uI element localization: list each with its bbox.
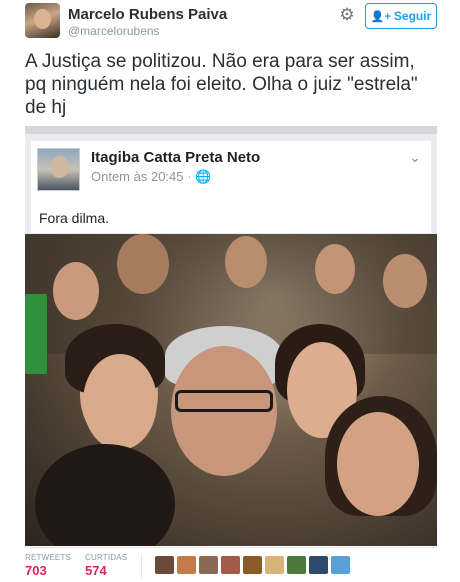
- stats-divider: [141, 554, 142, 578]
- facebook-post-card: Itagiba Catta Preta Neto Ontem às 20:45 …: [31, 141, 431, 233]
- likes-label: CURTIDAS: [85, 553, 128, 562]
- author-name[interactable]: Marcelo Rubens Paiva: [68, 6, 227, 23]
- tweet-header: Marcelo Rubens Paiva @marcelorubens ⚙ 👤+…: [25, 2, 437, 40]
- tweet-stats: RETWEETS 703 CURTIDAS 574: [25, 547, 437, 582]
- liker-avatar[interactable]: [155, 556, 174, 574]
- selfie-photo: [25, 234, 437, 546]
- retweets-count: 703: [25, 563, 47, 578]
- author-handle[interactable]: @marcelorubens: [68, 24, 160, 38]
- chevron-down-icon: ⌄: [409, 149, 421, 165]
- person-face: [337, 412, 419, 516]
- likes-stat[interactable]: CURTIDAS 574: [85, 553, 127, 578]
- tweet-text: A Justiça se politizou. Não era para ser…: [25, 50, 437, 119]
- author-avatar[interactable]: [25, 3, 60, 38]
- tweet-text-line: pq ninguém nela foi eleito. Olha o juiz …: [25, 74, 418, 95]
- glasses: [175, 390, 273, 412]
- post-author-name: Itagiba Catta Preta Neto: [91, 149, 261, 166]
- person-face: [53, 262, 99, 320]
- liker-avatar[interactable]: [331, 556, 350, 574]
- person-face: [383, 254, 427, 308]
- liker-avatar[interactable]: [309, 556, 328, 574]
- post-text: Fora dilma.: [39, 210, 110, 226]
- follow-button-label: Seguir: [393, 9, 432, 23]
- tweet-text-line: de hj: [25, 97, 67, 118]
- follow-button[interactable]: 👤+ Seguir: [365, 3, 437, 29]
- post-time: Ontem às 20:45: [91, 169, 184, 184]
- person-face: [35, 444, 175, 546]
- liker-avatar[interactable]: [287, 556, 306, 574]
- post-meta: Ontem às 20:45 · 🌐: [91, 169, 211, 185]
- gear-icon[interactable]: ⚙: [338, 6, 356, 24]
- liker-avatar[interactable]: [221, 556, 240, 574]
- retweets-stat[interactable]: RETWEETS 703: [25, 553, 71, 578]
- retweets-label: RETWEETS: [25, 553, 72, 562]
- liker-avatar[interactable]: [243, 556, 262, 574]
- person-face: [315, 244, 355, 294]
- globe-icon: 🌐: [195, 169, 212, 184]
- likes-count: 574: [85, 563, 107, 578]
- liker-avatars: [155, 556, 350, 574]
- tweet-text-line: A Justiça se politizou. Não era para ser…: [25, 51, 415, 72]
- liker-avatar[interactable]: [199, 556, 218, 574]
- liker-avatar[interactable]: [177, 556, 196, 574]
- tweet: Marcelo Rubens Paiva @marcelorubens ⚙ 👤+…: [0, 0, 460, 582]
- liker-avatar[interactable]: [265, 556, 284, 574]
- person-face: [83, 354, 157, 450]
- meta-separator: ·: [187, 169, 192, 184]
- person-face: [225, 236, 267, 288]
- flag: [25, 294, 47, 374]
- post-author-avatar: [37, 148, 80, 191]
- person-face: [117, 234, 169, 294]
- add-person-icon: 👤+: [370, 10, 391, 23]
- embedded-screenshot[interactable]: Itagiba Catta Preta Neto Ontem às 20:45 …: [25, 126, 437, 546]
